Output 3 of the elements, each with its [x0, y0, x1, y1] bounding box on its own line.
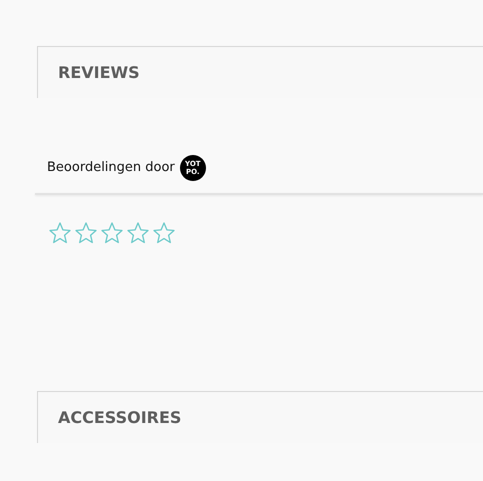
section-title: ACCESSOIRES — [58, 406, 182, 428]
section-title: REVIEWS — [58, 62, 140, 84]
powered-by-text: Beoordelingen door — [47, 159, 175, 178]
